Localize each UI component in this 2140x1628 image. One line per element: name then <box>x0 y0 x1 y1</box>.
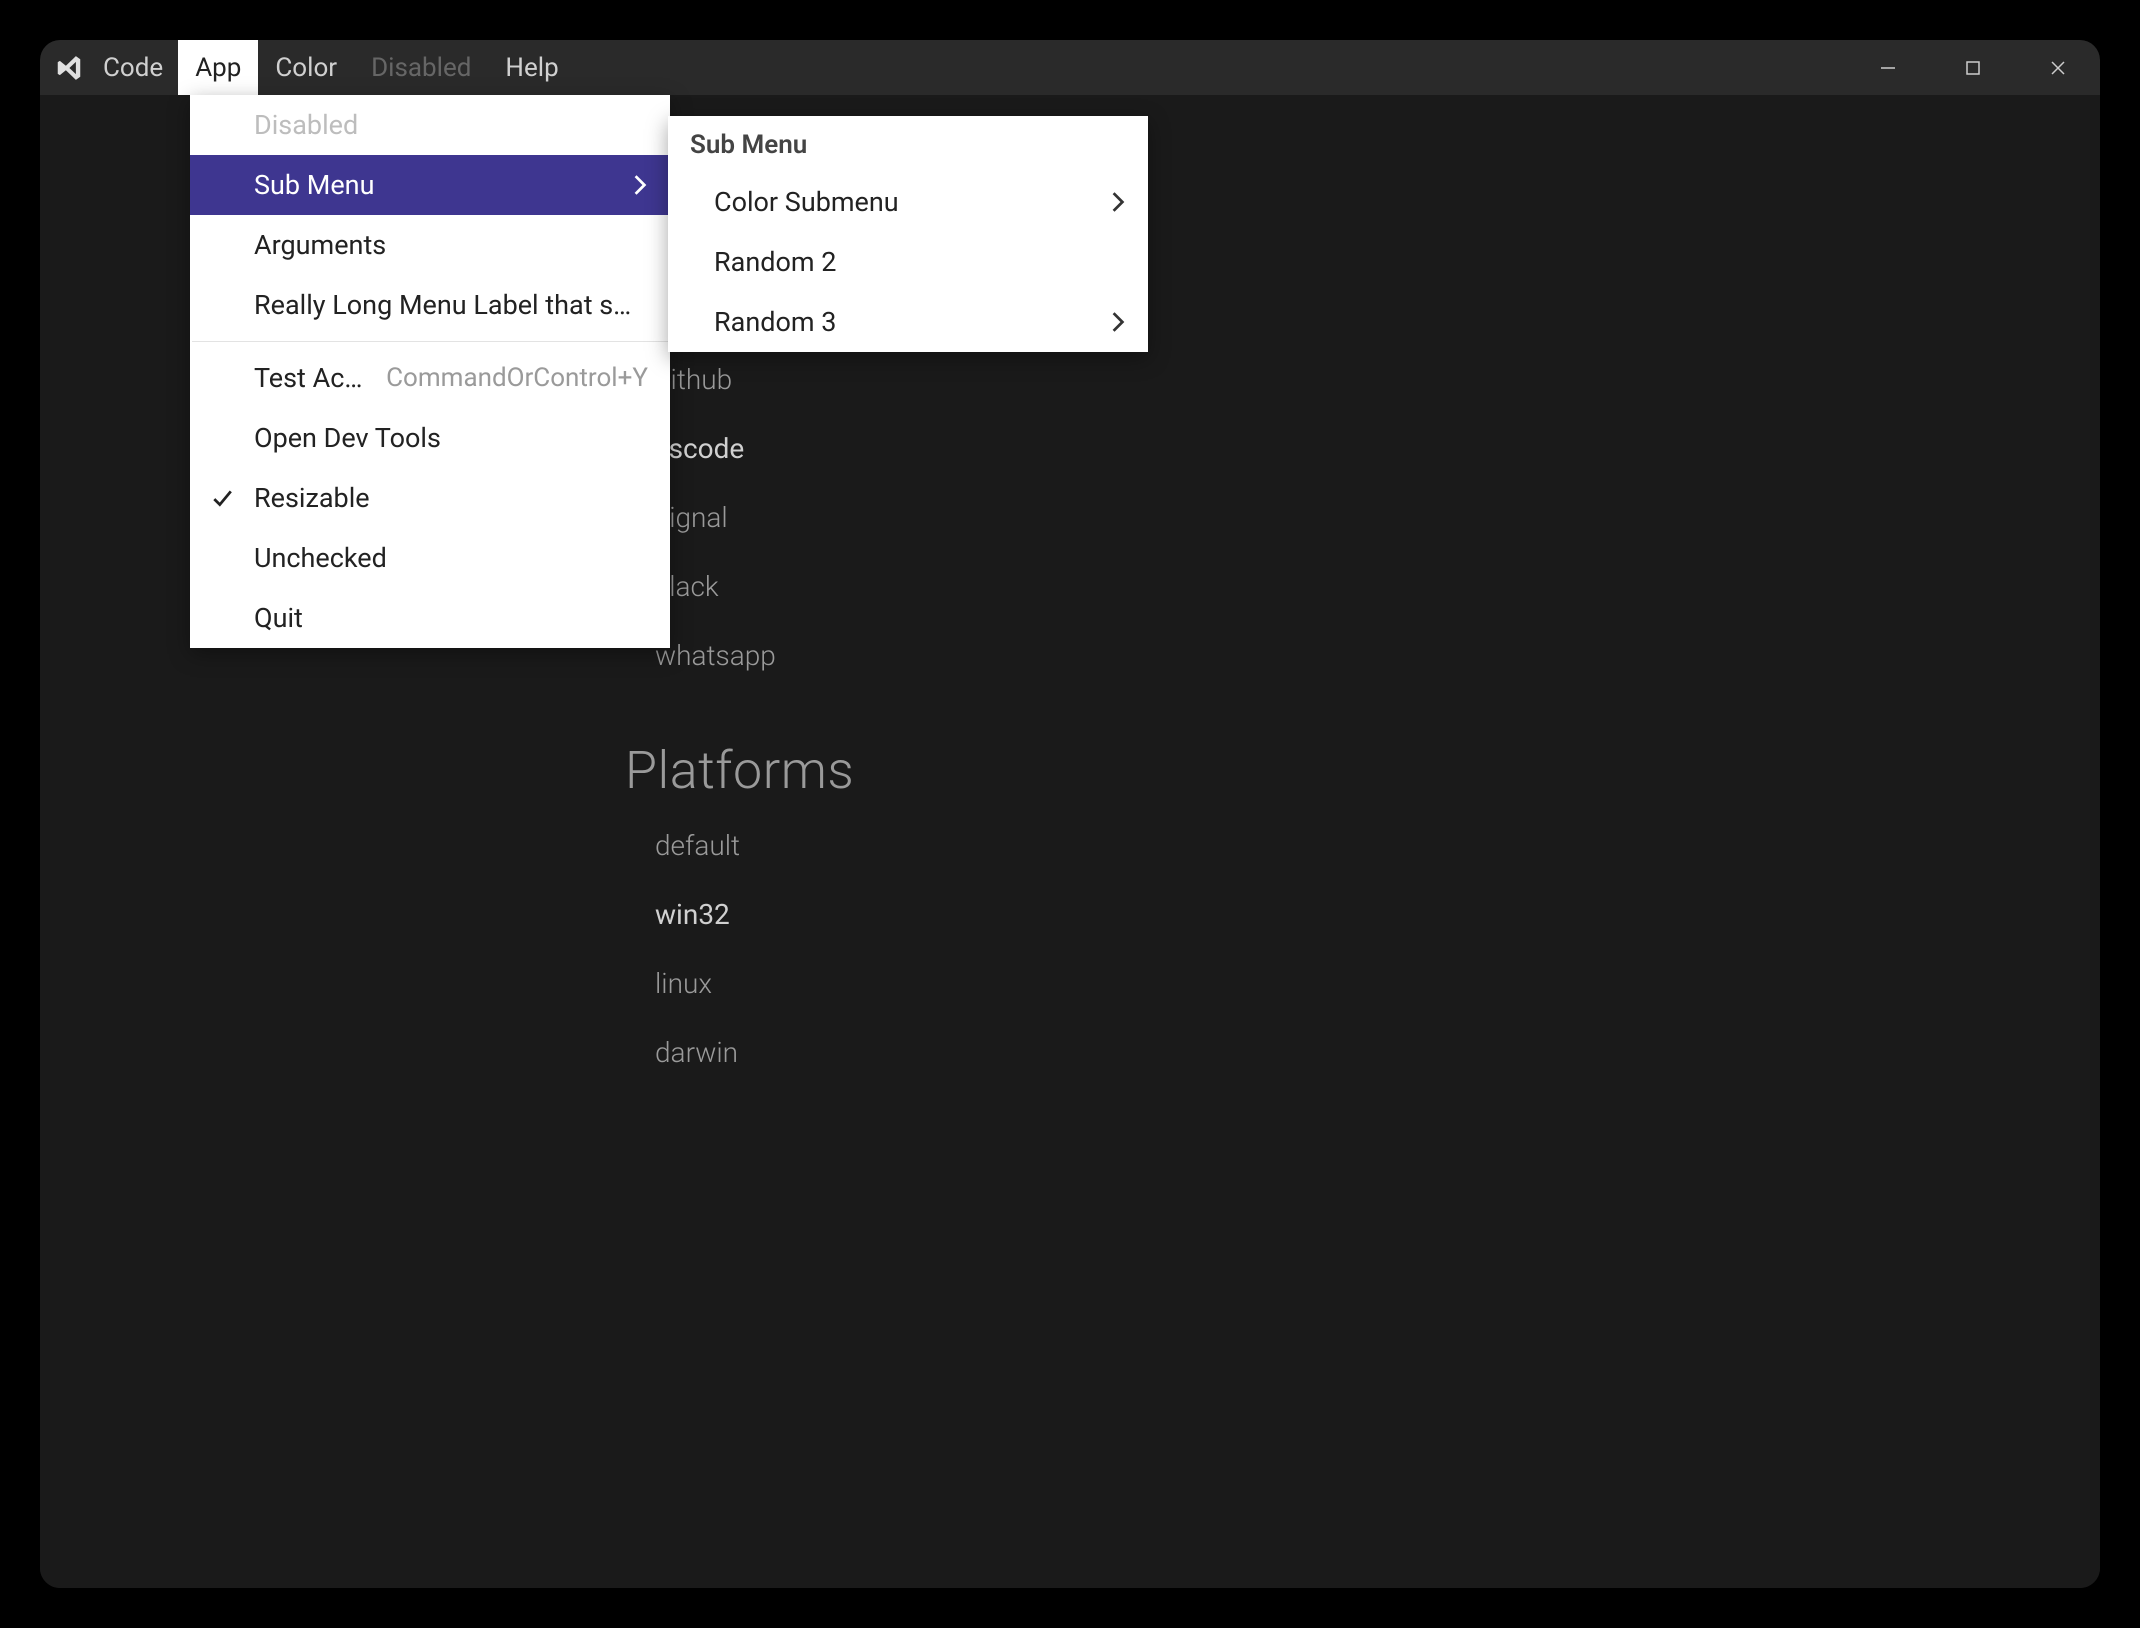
menu-item-sub-menu[interactable]: Sub Menu <box>190 155 670 215</box>
apps-item-signal[interactable]: signal <box>625 483 2060 552</box>
platforms-item-linux[interactable]: linux <box>625 949 2060 1018</box>
check-icon <box>208 484 236 512</box>
menubar-item-help[interactable]: Help <box>488 40 575 95</box>
menu-item-label: Random 2 <box>714 246 836 278</box>
menu-item-label: Test Ac… <box>254 362 362 394</box>
menubar: App Color Disabled Help <box>178 40 575 95</box>
submenu-title: Sub Menu <box>668 116 1148 172</box>
menu-item-resizable[interactable]: Resizable <box>190 468 670 528</box>
close-button[interactable] <box>2015 40 2100 95</box>
menu-item-unchecked[interactable]: Unchecked <box>190 528 670 588</box>
menu-item-label: Resizable <box>254 482 370 514</box>
menubar-item-disabled: Disabled <box>354 40 488 95</box>
menu-item-long-label[interactable]: Really Long Menu Label that s… <box>190 275 670 335</box>
apps-item-github[interactable]: github <box>625 345 2060 414</box>
menu-item-label: Color Submenu <box>714 186 899 218</box>
menu-separator <box>192 341 668 342</box>
menu-item-accelerator: CommandOrControl+Y <box>366 363 648 393</box>
menu-item-label: Arguments <box>254 229 386 261</box>
menu-item-label: Really Long Menu Label that s… <box>254 289 631 321</box>
platforms-item-win32[interactable]: win32 <box>625 880 2060 949</box>
titlebar-left: Code App Color Disabled Help <box>50 40 576 95</box>
platforms-heading: Platforms <box>625 740 2060 801</box>
submenu-item-color-submenu[interactable]: Color Submenu <box>668 172 1148 232</box>
menu-item-label: Sub Menu <box>254 169 374 201</box>
menu-item-arguments[interactable]: Arguments <box>190 215 670 275</box>
menu-item-label: Unchecked <box>254 542 387 574</box>
submenu-item-random-3[interactable]: Random 3 <box>668 292 1148 352</box>
menu-item-open-dev-tools[interactable]: Open Dev Tools <box>190 408 670 468</box>
menu-item-label: Open Dev Tools <box>254 422 441 454</box>
menu-item-label: Quit <box>254 602 303 634</box>
app-icon <box>50 40 88 95</box>
sub-menu-dropdown: Sub Menu Color Submenu Random 2 Random 3 <box>668 116 1148 352</box>
app-dropdown-menu: Disabled Sub Menu Arguments Really Long … <box>190 95 670 648</box>
chevron-right-icon <box>628 173 652 197</box>
menubar-item-app[interactable]: App <box>178 40 258 95</box>
app-title: Code <box>88 40 178 95</box>
title-bar: Code App Color Disabled Help <box>40 40 2100 95</box>
menu-item-disabled: Disabled <box>190 95 670 155</box>
platforms-item-default[interactable]: default <box>625 811 2060 880</box>
chevron-right-icon <box>1106 310 1130 334</box>
app-window: Code App Color Disabled Help git <box>40 40 2100 1588</box>
window-controls <box>1845 40 2100 95</box>
menu-item-quit[interactable]: Quit <box>190 588 670 648</box>
menu-item-test-accelerator[interactable]: Test Ac… CommandOrControl+Y <box>190 348 670 408</box>
menu-item-label: Random 3 <box>714 306 836 338</box>
menubar-item-color[interactable]: Color <box>258 40 354 95</box>
platforms-item-darwin[interactable]: darwin <box>625 1018 2060 1087</box>
maximize-button[interactable] <box>1930 40 2015 95</box>
submenu-item-random-2[interactable]: Random 2 <box>668 232 1148 292</box>
activity-bar <box>40 95 135 1588</box>
minimize-button[interactable] <box>1845 40 1930 95</box>
menu-item-label: Disabled <box>254 109 358 141</box>
chevron-right-icon <box>1106 190 1130 214</box>
apps-item-whatsapp[interactable]: whatsapp <box>625 621 2060 690</box>
apps-item-vscode[interactable]: vscode <box>625 414 2060 483</box>
apps-item-slack[interactable]: slack <box>625 552 2060 621</box>
